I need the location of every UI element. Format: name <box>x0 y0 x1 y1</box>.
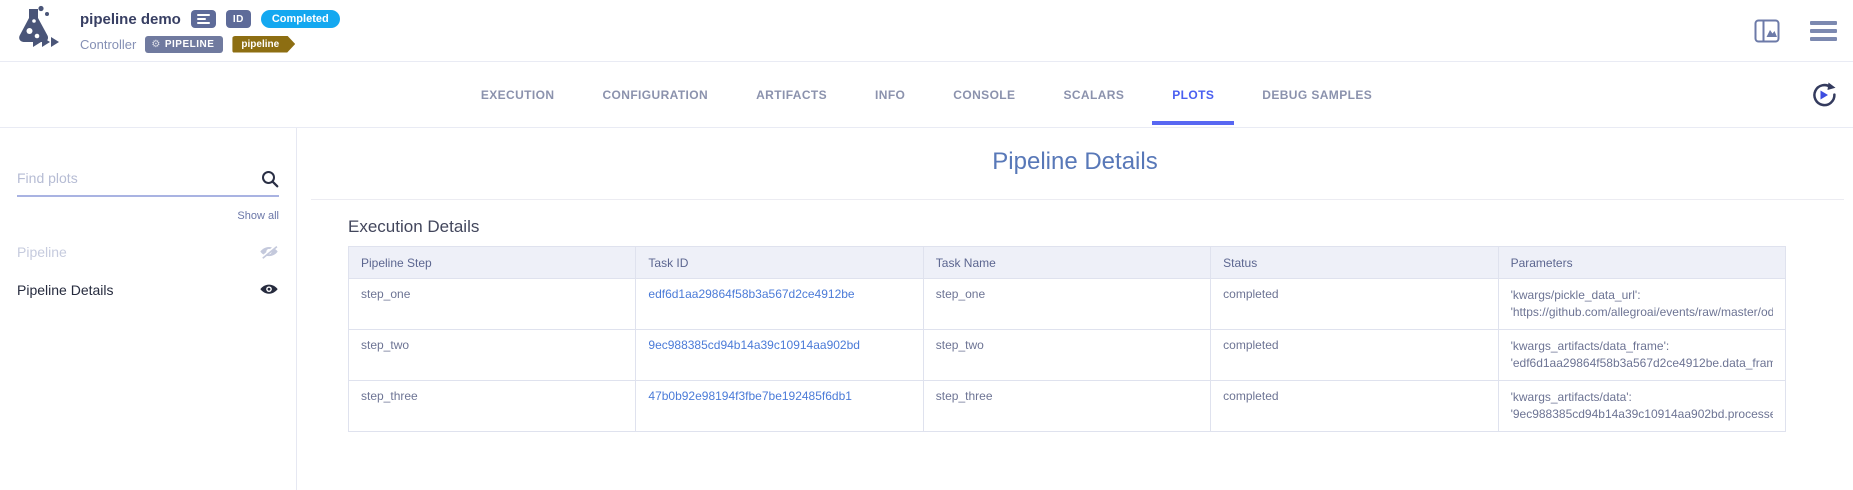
cell-task-name: step_two <box>923 330 1210 381</box>
section-title: Execution Details <box>348 217 1853 237</box>
controller-label: Controller <box>80 37 136 52</box>
task-id-link[interactable]: 47b0b92e98194f3fbe7be192485f6db1 <box>636 381 923 432</box>
find-plots-field <box>17 170 279 197</box>
cell-pipeline-step: step_three <box>349 381 636 432</box>
table-header-row: Pipeline Step Task ID Task Name Status P… <box>349 247 1786 279</box>
id-badge[interactable]: ID <box>226 10 251 28</box>
find-plots-input[interactable] <box>17 170 247 186</box>
page-title: Pipeline Details <box>297 147 1853 177</box>
tab-debug-samples[interactable]: DEBUG SAMPLES <box>1242 63 1392 127</box>
col-task-name: Task Name <box>923 247 1210 279</box>
main-content: Pipeline Details Execution Details Pipel… <box>297 128 1853 490</box>
cell-parameters: 'kwargs_artifacts/data': '9ec988385cd94b… <box>1498 381 1785 432</box>
task-id-link[interactable]: edf6d1aa29864f58b3a567d2ce4912be <box>636 279 923 330</box>
col-pipeline-step: Pipeline Step <box>349 247 636 279</box>
details-panel-icon[interactable] <box>1754 19 1780 43</box>
col-status: Status <box>1211 247 1498 279</box>
tab-scalars[interactable]: SCALARS <box>1043 63 1144 127</box>
search-icon[interactable] <box>261 170 279 193</box>
refresh-icon[interactable] <box>1809 81 1837 114</box>
tab-bar: EXECUTION CONFIGURATION ARTIFACTS INFO C… <box>0 62 1853 128</box>
sidebar-item-pipeline[interactable]: Pipeline <box>17 243 279 261</box>
col-parameters: Parameters <box>1498 247 1785 279</box>
cell-task-name: step_three <box>923 381 1210 432</box>
tab-info[interactable]: INFO <box>855 63 925 127</box>
cell-status: completed <box>1211 330 1498 381</box>
table-row: step_one edf6d1aa29864f58b3a567d2ce4912b… <box>349 279 1786 330</box>
table-row: step_three 47b0b92e98194f3fbe7be192485f6… <box>349 381 1786 432</box>
task-id-link[interactable]: 9ec988385cd94b14a39c10914aa902bd <box>636 330 923 381</box>
sidebar-item-pipeline-details[interactable]: Pipeline Details <box>17 282 279 298</box>
app-header: pipeline demo ID Completed Controller ⚙P… <box>0 0 1853 62</box>
task-title-block: pipeline demo ID Completed Controller ⚙P… <box>80 7 340 54</box>
tab-console[interactable]: CONSOLE <box>933 63 1035 127</box>
execution-details-table: Pipeline Step Task ID Task Name Status P… <box>348 246 1786 432</box>
plots-sidebar: Show all Pipeline Pipeline Details <box>0 128 297 490</box>
cell-pipeline-step: step_one <box>349 279 636 330</box>
cell-parameters: 'kwargs/pickle_data_url': 'https://githu… <box>1498 279 1785 330</box>
cell-pipeline-step: step_two <box>349 330 636 381</box>
user-tag-pipeline[interactable]: pipeline <box>232 36 295 53</box>
task-title: pipeline demo <box>80 11 181 28</box>
cell-status: completed <box>1211 381 1498 432</box>
description-icon[interactable] <box>191 10 216 28</box>
system-tag-pipeline: ⚙PIPELINE <box>145 36 223 53</box>
tab-execution[interactable]: EXECUTION <box>461 63 575 127</box>
tab-plots[interactable]: PLOTS <box>1152 63 1234 127</box>
menu-icon[interactable] <box>1810 21 1837 41</box>
eye-icon[interactable] <box>259 282 279 298</box>
gear-icon: ⚙ <box>151 39 160 50</box>
status-badge: Completed <box>261 10 340 28</box>
tab-artifacts[interactable]: ARTIFACTS <box>736 63 847 127</box>
cell-parameters: 'kwargs_artifacts/data_frame': 'edf6d1aa… <box>1498 330 1785 381</box>
cell-status: completed <box>1211 279 1498 330</box>
eye-off-icon[interactable] <box>259 243 279 261</box>
table-row: step_two 9ec988385cd94b14a39c10914aa902b… <box>349 330 1786 381</box>
tab-configuration[interactable]: CONFIGURATION <box>582 63 728 127</box>
heading-divider <box>311 199 1844 200</box>
show-all-link[interactable]: Show all <box>17 210 279 222</box>
clearml-logo-icon <box>12 5 66 56</box>
cell-task-name: step_one <box>923 279 1210 330</box>
col-task-id: Task ID <box>636 247 923 279</box>
execution-details-section: Execution Details Pipeline Step Task ID … <box>348 217 1853 432</box>
